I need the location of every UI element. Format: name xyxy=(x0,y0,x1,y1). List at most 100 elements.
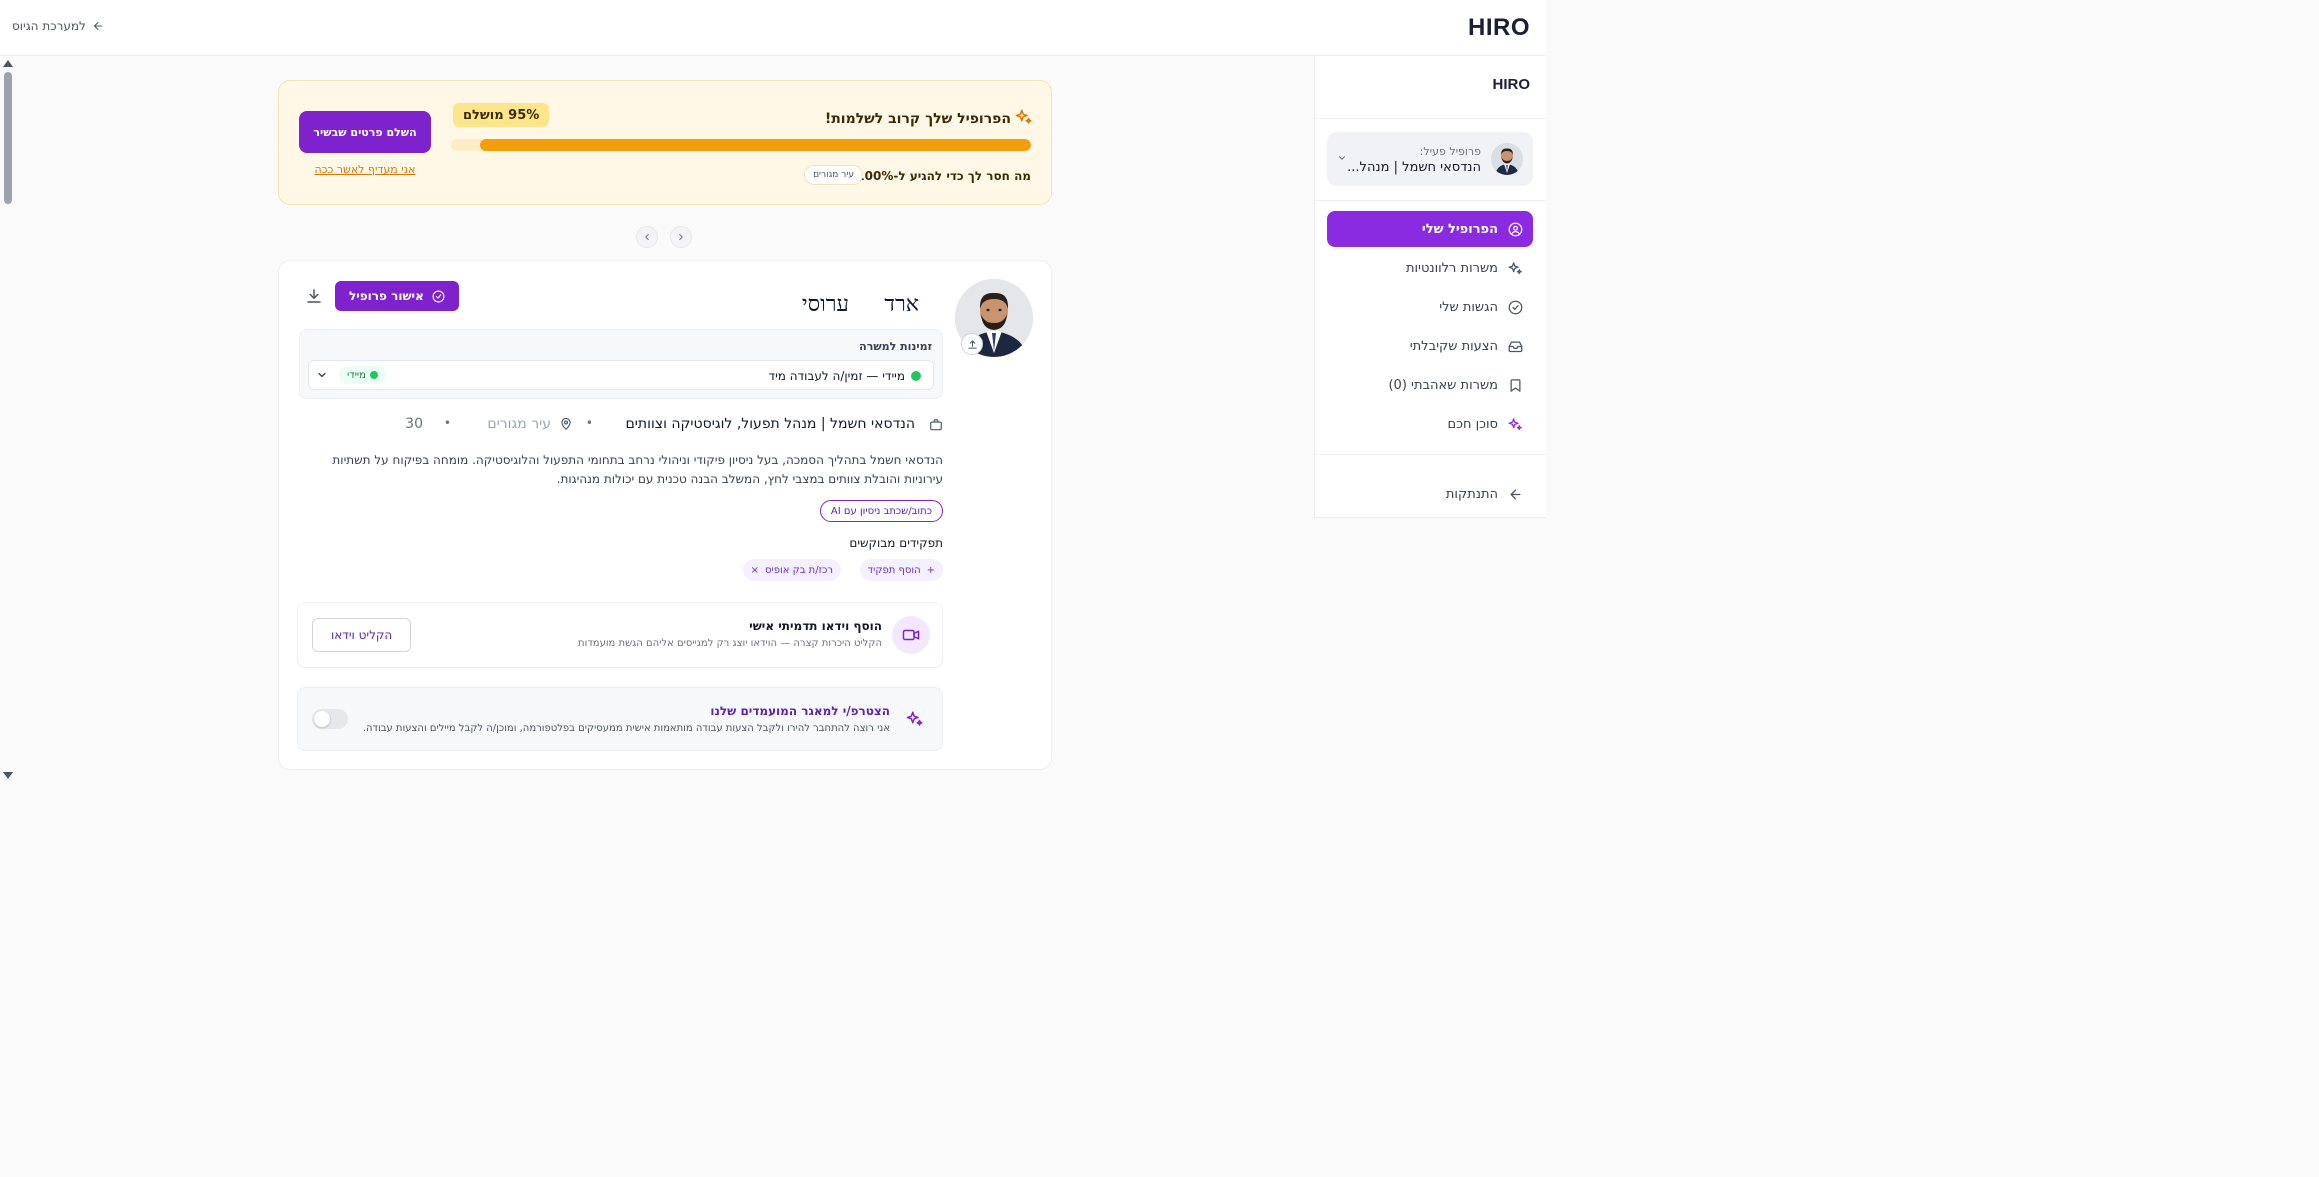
profile-card: ארד ערוסי אישור פרופיל זמינות למשרה מייד… xyxy=(278,260,1052,770)
job-title[interactable]: הנדסאי חשמל | מנהל תפעול, לוגיסטיקה וצוו… xyxy=(626,416,915,432)
sparkles-icon xyxy=(906,711,923,726)
add-role-button[interactable]: + הוסף תפקיד xyxy=(859,559,943,581)
separator-dot: • xyxy=(585,416,593,430)
first-name[interactable]: ארד xyxy=(884,291,919,317)
pager-prev-button[interactable] xyxy=(636,226,658,248)
sparkles-icon xyxy=(1508,417,1522,430)
progress-fill xyxy=(480,139,1031,151)
candidate-pool-title: הצטרפ/י למאגר המועמדים שלנו xyxy=(710,704,890,718)
complete-details-button[interactable]: השלם פרטים שבשיר xyxy=(299,111,431,153)
inbox-icon xyxy=(1508,341,1523,352)
toggle-knob xyxy=(314,711,330,727)
divider xyxy=(1315,200,1546,201)
sidebar-item-my-profile[interactable]: הפרופיל שלי xyxy=(1327,211,1533,247)
sidebar-item-label: הגשות שלי xyxy=(1439,299,1498,315)
availability-badge-label: מיידי xyxy=(347,369,366,381)
briefcase-icon xyxy=(930,419,942,431)
candidate-pool-subtitle: אני רוצה להתחבר להירו ולקבל הצעות עבודה … xyxy=(362,723,890,734)
candidate-pool-toggle[interactable] xyxy=(312,709,348,729)
completion-progress-bar xyxy=(451,139,1031,151)
availability-dropdown-toggle[interactable] xyxy=(309,361,335,389)
video-subtitle: הקליט היכרות קצרה — הוידאו יוצג רק למגיי… xyxy=(578,638,882,649)
chevron-right-icon xyxy=(679,233,683,241)
ai-write-experience-button[interactable]: כתוב/שכתב ניסיון עם AI xyxy=(819,500,943,522)
profile-completion-banner: הפרופיל שלך קרוב לשלמות! 95% מושלם מה חס… xyxy=(278,80,1052,205)
sidebar-item-label: סוכן חכם xyxy=(1447,416,1498,432)
last-name[interactable]: ערוסי xyxy=(802,291,849,317)
bookmark-icon xyxy=(1510,378,1521,392)
scroll-down-arrow[interactable] xyxy=(3,772,13,779)
sidebar-item-label: משרות שאהבתי (0) xyxy=(1388,377,1498,393)
video-camera-icon xyxy=(902,629,920,641)
add-role-label: הוסף תפקיד xyxy=(867,564,921,576)
availability-label: זמינות למשרה xyxy=(859,340,932,353)
sidebar-nav: הפרופיל שלי משרות רלוונטיות הגשות שלי הצ… xyxy=(1327,211,1533,502)
completion-percent-badge: 95% מושלם xyxy=(453,103,550,127)
user-circle-icon xyxy=(1508,222,1523,236)
desired-roles-title: תפקידים מבוקשים xyxy=(849,536,943,550)
map-pin-icon xyxy=(561,417,571,430)
sparkles-icon xyxy=(1015,109,1032,124)
remove-role-icon[interactable]: × xyxy=(751,565,759,576)
chevron-down-icon xyxy=(1338,156,1346,160)
back-link-label: למערכת הגיוס xyxy=(12,19,86,33)
pager-next-button[interactable] xyxy=(670,226,692,248)
app-logo[interactable]: HIRO xyxy=(1468,14,1530,42)
plus-icon: + xyxy=(926,564,935,576)
divider xyxy=(1315,454,1546,455)
availability-status-badge: מיידי xyxy=(339,366,386,384)
sparkles-icon xyxy=(1508,261,1522,274)
upload-photo-button[interactable] xyxy=(961,333,983,355)
chevron-down-icon xyxy=(318,372,326,378)
availability-value-text: מיידי — זמין/ה לעבודה מיד xyxy=(768,369,905,383)
record-video-button[interactable]: הקליט וידאו xyxy=(312,618,412,652)
city-field[interactable]: עיר מגורים xyxy=(487,416,551,432)
sidebar-item-saved-jobs[interactable]: משרות שאהבתי (0) xyxy=(1327,367,1533,403)
profile-avatar xyxy=(1491,143,1523,175)
sidebar-item-label: הצעות שקיבלתי xyxy=(1409,338,1498,354)
sidebar-item-relevant-jobs[interactable]: משרות רלוונטיות xyxy=(1327,250,1533,286)
top-bar: HIRO למערכת הגיוס xyxy=(0,0,1546,56)
approve-anyway-link[interactable]: אני מעדיף לאשר ככה xyxy=(299,163,431,176)
role-chip: רכז/ת בק אופיס × xyxy=(742,559,841,581)
sidebar-item-offers[interactable]: הצעות שקיבלתי xyxy=(1327,328,1533,364)
scroll-up-arrow[interactable] xyxy=(3,60,13,67)
video-icon-badge xyxy=(892,616,930,654)
approve-profile-label: אישור פרופיל xyxy=(349,289,424,303)
divider xyxy=(1315,118,1546,119)
logout-button[interactable]: התנתקות xyxy=(1327,476,1533,512)
scroll-thumb[interactable] xyxy=(4,72,12,204)
profile-name: הנדסאי חשמל | מנהל... xyxy=(1347,160,1481,175)
status-dot xyxy=(369,371,378,379)
banner-title: הפרופיל שלך קרוב לשלמות! xyxy=(824,111,1011,127)
missing-field-chip[interactable]: עיר מגורים xyxy=(804,165,863,185)
bio-text[interactable]: הנדסאי חשמל בתהליך הסמכה, בעל ניסיון פיק… xyxy=(297,451,943,489)
upload-icon xyxy=(967,339,977,349)
approve-profile-button[interactable]: אישור פרופיל xyxy=(335,281,459,311)
video-title: הוסף וידאו תדמיתי אישי xyxy=(749,619,882,633)
video-section: הוסף וידאו תדמיתי אישי הקליט היכרות קצרה… xyxy=(297,602,943,668)
chevron-left-icon xyxy=(645,233,649,241)
check-circle-icon xyxy=(432,290,445,302)
sidebar-item-my-submissions[interactable]: הגשות שלי xyxy=(1327,289,1533,325)
active-profile-selector[interactable]: פרופיל פעיל: הנדסאי חשמל | מנהל... xyxy=(1327,132,1533,186)
separator-dot: • xyxy=(443,416,451,430)
logout-label: התנתקות xyxy=(1445,486,1498,502)
sidebar-item-smart-agent[interactable]: סוכן חכם xyxy=(1327,406,1533,442)
sidebar-item-label: משרות רלוונטיות xyxy=(1405,260,1498,276)
profile-label: פרופיל פעיל: xyxy=(1419,145,1481,158)
check-circle-icon xyxy=(1508,300,1523,314)
availability-value: מיידי — זמין/ה לעבודה מיד xyxy=(769,369,921,383)
sidebar-logo[interactable]: HIRO xyxy=(1493,76,1531,93)
role-chip-label: רכז/ת בק אופיס xyxy=(765,564,833,576)
download-icon[interactable] xyxy=(305,287,323,305)
missing-question: מה חסר לך כדי להגיע ל-100%? xyxy=(849,169,1031,183)
sidebar-item-label: הפרופיל שלי xyxy=(1421,221,1498,237)
availability-section: זמינות למשרה מיידי — זמין/ה לעבודה מיד מ… xyxy=(299,329,943,399)
back-to-recruitment-link[interactable]: למערכת הגיוס xyxy=(12,19,104,33)
logout-arrow-icon xyxy=(1510,489,1521,499)
availability-select[interactable]: מיידי — זמין/ה לעבודה מיד מיידי xyxy=(308,360,934,390)
age-field[interactable]: 30 xyxy=(405,416,423,432)
candidate-pool-section: הצטרפ/י למאגר המועמדים שלנו אני רוצה להת… xyxy=(297,687,943,751)
sidebar: HIRO פרופיל פעיל: הנדסאי חשמל | מנהל... … xyxy=(1314,56,1546,518)
